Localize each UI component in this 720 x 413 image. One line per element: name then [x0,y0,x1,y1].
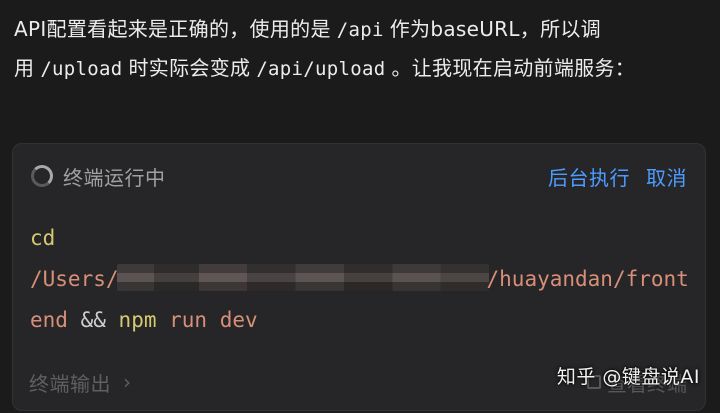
assistant-message: API配置看起来是正确的，使用的是/api 作为baseURL，所以调用/uplo… [14,10,706,88]
terminal-status: 终端运行中 [63,165,166,190]
command-args: run dev [169,308,258,332]
run-in-background-button[interactable]: 后台执行 [548,162,630,191]
command-cd: cd [30,226,56,250]
chevron-right-icon: › [123,370,131,394]
message-text-4: 。让我现在启动前端服务： [391,56,636,80]
terminal-output-toggle[interactable]: 终端输出 [29,368,111,397]
command-path-prefix: /Users/ [30,267,119,291]
chat-page: API配置看起来是正确的，使用的是/api 作为baseURL，所以调用/uplo… [0,0,720,413]
inline-code-upload: /upload [40,58,123,80]
inline-code-api: /api [336,19,384,41]
loading-spinner-icon [31,165,53,187]
message-text-3: 时实际会变成 [128,56,251,80]
redacted-path-segment [116,264,489,291]
terminal-command: cd /Users//huayandan/frontend && npm run… [30,218,695,341]
watermark: 知乎 @键盘说AI [556,366,700,388]
command-npm: npm [118,308,157,332]
inline-code-api-upload: /api/upload [256,58,386,80]
cancel-button[interactable]: 取消 [646,162,687,191]
terminal-actions: 后台执行 取消 [548,162,687,191]
command-and-operator: && [80,308,106,332]
message-text-1: API配置看起来是正确的，使用的是 [14,17,331,41]
terminal-card-header: 终端运行中 后台执行 取消 [13,144,705,208]
